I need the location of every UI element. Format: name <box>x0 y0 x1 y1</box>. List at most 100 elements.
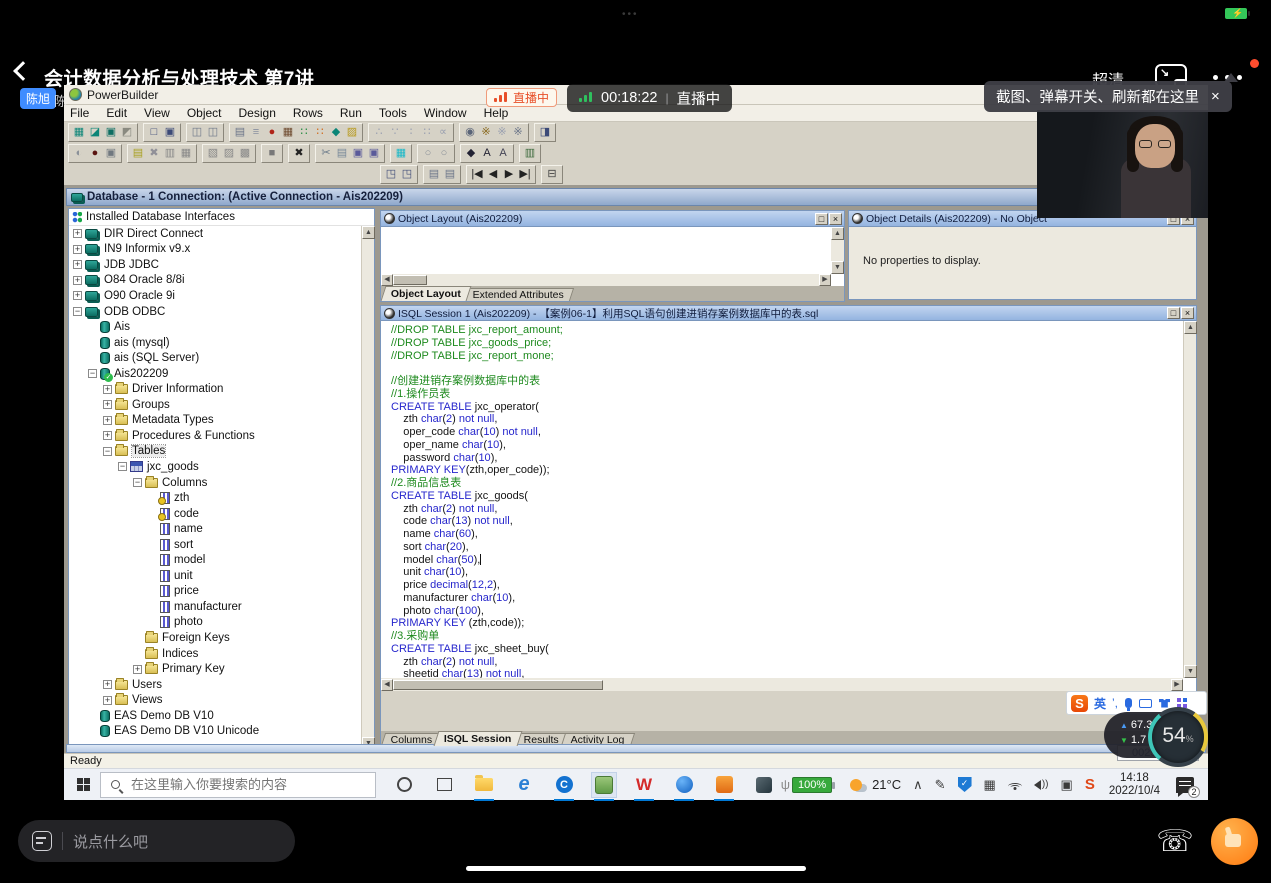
toolbar-button-icon[interactable]: ◨ <box>537 125 553 140</box>
expand-icon[interactable]: + <box>73 229 82 238</box>
close-button[interactable]: × <box>1181 307 1194 319</box>
sogou-logo-icon[interactable]: S <box>1071 695 1088 712</box>
tab-object-layout[interactable]: Object Layout <box>381 286 472 301</box>
toolbar-button-icon[interactable]: ▤ <box>442 167 458 182</box>
menu-rows[interactable]: Rows <box>293 106 323 120</box>
toolbar-button-icon[interactable]: ∵ <box>387 125 403 140</box>
scroll-left-icon[interactable]: ◀ <box>381 679 393 691</box>
menu-help[interactable]: Help <box>484 106 509 120</box>
scroll-thumb[interactable] <box>393 680 603 690</box>
menu-object[interactable]: Object <box>187 106 222 120</box>
comment-input[interactable]: 说点什么吧 <box>18 820 295 862</box>
tray-clock[interactable]: 14:18 2022/10/4 <box>1109 772 1160 798</box>
tree-item-eas-demo-db-v10-unicode[interactable]: EAS Demo DB V10 Unicode <box>69 724 361 740</box>
toolbar-button-icon[interactable]: ▦ <box>178 146 194 161</box>
collapse-icon[interactable]: − <box>103 447 112 456</box>
pc-manager-icon[interactable]: C <box>552 773 576 797</box>
toolbar-button-icon[interactable]: ∷ <box>296 125 312 140</box>
close-button[interactable]: × <box>829 213 842 225</box>
menu-file[interactable]: File <box>70 106 89 120</box>
tray-weather[interactable]: 21°C <box>850 777 901 792</box>
toolbar-button-icon[interactable]: ▨ <box>221 146 237 161</box>
toolbar-button-icon[interactable]: ◫ <box>205 125 221 140</box>
voice-call-button[interactable]: ☏ <box>1152 818 1198 864</box>
scroll-right-icon[interactable]: ▶ <box>819 274 831 286</box>
tree-item-code[interactable]: code <box>69 506 361 522</box>
tree-item-foreign-keys[interactable]: Foreign Keys <box>69 630 361 646</box>
pen-icon[interactable]: ✎ <box>935 778 946 791</box>
tree-item-columns[interactable]: −Columns <box>69 475 361 491</box>
tab-isql-session[interactable]: ISQL Session <box>434 731 522 746</box>
object-layout-hscroll[interactable]: ◀ ▶ <box>381 274 831 286</box>
file-explorer-icon[interactable] <box>472 773 496 797</box>
toolbar-button-icon[interactable]: ▶| <box>517 167 533 182</box>
tree-item-driver-information[interactable]: +Driver Information <box>69 381 361 397</box>
collapse-icon[interactable]: − <box>73 307 82 316</box>
menu-view[interactable]: View <box>144 106 170 120</box>
toolbar-button-icon[interactable]: ▥ <box>522 146 538 161</box>
tree-item-primary-key[interactable]: +Primary Key <box>69 661 361 677</box>
expand-icon[interactable]: + <box>73 276 82 285</box>
tray-expand-icon[interactable]: ∧ <box>913 778 923 791</box>
start-button[interactable] <box>77 778 91 792</box>
toolbar-button-icon[interactable]: ∷ <box>312 125 328 140</box>
like-button[interactable] <box>1211 818 1258 865</box>
toolbar-button-icon[interactable]: ▧ <box>205 146 221 161</box>
collapse-icon[interactable]: − <box>118 462 127 471</box>
scroll-right-icon[interactable]: ▶ <box>1171 679 1183 691</box>
dark-app-icon[interactable] <box>752 773 776 797</box>
isql-vscroll[interactable]: ▲ ▼ <box>1183 321 1196 678</box>
toolbar-button-icon[interactable]: ▣ <box>366 146 382 161</box>
expand-icon[interactable]: + <box>73 245 82 254</box>
toolbar-button-icon[interactable]: ▤ <box>334 146 350 161</box>
tree-item-tables[interactable]: −Tables <box>69 444 361 460</box>
menu-window[interactable]: Window <box>424 106 467 120</box>
isql-titlebar[interactable]: ISQL Session 1 (Ais202209) - 【案例06-1】利用S… <box>381 306 1196 321</box>
toolbar-button-icon[interactable]: A <box>479 146 495 161</box>
toolbar-button-icon[interactable]: A <box>495 146 511 161</box>
tree-item-jxc-goods[interactable]: −jxc_goods <box>69 459 361 475</box>
tree-item-eas-demo-db-v10[interactable]: EAS Demo DB V10 <box>69 708 361 724</box>
toolbar-button-icon[interactable]: ▤ <box>232 125 248 140</box>
toolbar-button-icon[interactable]: ※ <box>494 125 510 140</box>
toolbar-button-icon[interactable]: ◉ <box>462 125 478 140</box>
toolbar-button-icon[interactable]: ▣ <box>103 125 119 140</box>
security-shield-icon[interactable]: ✓ <box>958 777 972 792</box>
tree-item-manufacturer[interactable]: manufacturer <box>69 599 361 615</box>
toolbar-button-icon[interactable]: ▤ <box>130 146 146 161</box>
toolbar-button-icon[interactable]: ◀ <box>485 167 501 182</box>
wifi-icon[interactable] <box>1008 780 1022 790</box>
menu-run[interactable]: Run <box>340 106 362 120</box>
tree-scrollbar[interactable]: ▲ ▼ <box>361 226 374 750</box>
expand-icon[interactable]: + <box>103 680 112 689</box>
toolbar-button-icon[interactable]: ▦ <box>393 146 409 161</box>
isql-hscroll[interactable]: ◀ ▶ <box>381 678 1183 691</box>
toolbar-button-icon[interactable]: ⊟ <box>544 167 560 182</box>
tree-item-ais202209[interactable]: −Ais202209 <box>69 366 361 382</box>
taskbar-search[interactable] <box>100 772 376 798</box>
tree-item-metadata-types[interactable]: +Metadata Types <box>69 413 361 429</box>
tree-item-o90-oracle-9i[interactable]: +O90 Oracle 9i <box>69 288 361 304</box>
tree-item-sort[interactable]: sort <box>69 537 361 553</box>
scroll-up-icon[interactable]: ▲ <box>831 227 844 240</box>
wps-icon[interactable]: W <box>632 773 656 797</box>
toolbar-button-icon[interactable]: ■ <box>264 146 280 161</box>
toolbar-button-icon[interactable]: ▥ <box>162 146 178 161</box>
toolbar-button-icon[interactable]: ▦ <box>71 125 87 140</box>
ime-tool-icon[interactable]: ▣ <box>1061 778 1073 791</box>
toolbar-button-icon[interactable]: ▣ <box>103 146 119 161</box>
scroll-up-icon[interactable]: ▲ <box>362 226 375 239</box>
skin-icon[interactable] <box>1159 699 1170 708</box>
expand-icon[interactable]: + <box>103 416 112 425</box>
collapse-icon[interactable]: − <box>133 478 142 487</box>
toolbar-button-icon[interactable]: |◀ <box>469 167 485 182</box>
mic-icon[interactable] <box>1125 698 1132 708</box>
toolbar-button-icon[interactable]: ▣ <box>350 146 366 161</box>
toolbar-button-icon[interactable]: ● <box>264 125 280 140</box>
object-layout-vscroll[interactable]: ▲ ▼ <box>831 227 844 274</box>
task-view-button[interactable] <box>432 773 456 797</box>
scroll-left-icon[interactable]: ◀ <box>381 274 393 286</box>
toolbar-button-icon[interactable]: ◳ <box>399 167 415 182</box>
database-window-titlebar[interactable]: Database - 1 Connection: (Active Connect… <box>66 188 1206 206</box>
action-center-icon[interactable]: 2 <box>1176 777 1194 793</box>
